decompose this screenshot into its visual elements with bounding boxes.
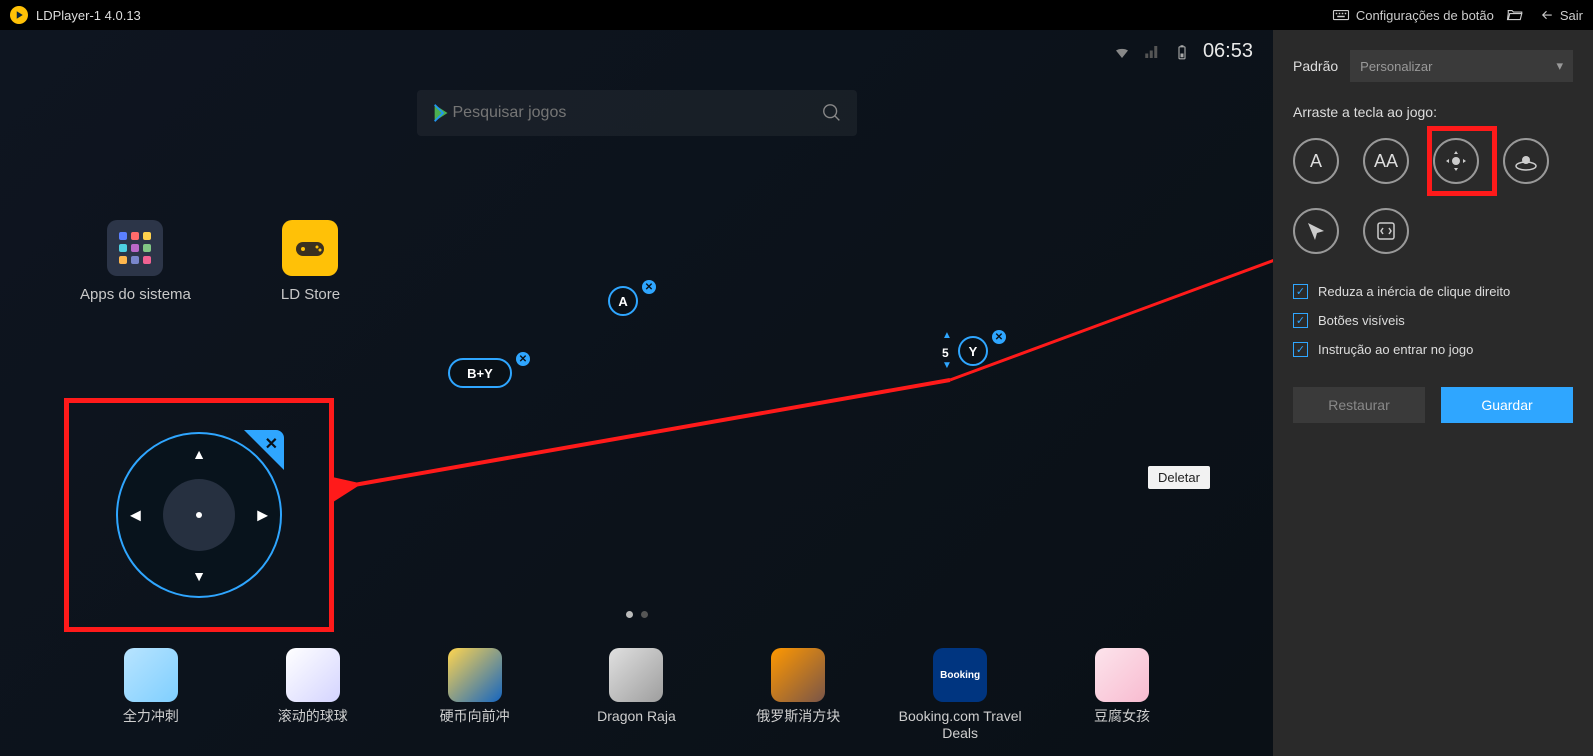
drag-title: Arraste a tecla ao jogo:: [1293, 104, 1573, 120]
checkbox-icon: ✓: [1293, 313, 1308, 328]
keyboard-icon: [1332, 6, 1350, 24]
check-visible[interactable]: ✓Botões visíveis: [1293, 313, 1573, 328]
android-statusbar: 06:53: [1113, 40, 1253, 63]
apps-grid-icon: [115, 228, 155, 268]
emulator-screen[interactable]: 06:53 Apps do sistema LD Store A ✕: [0, 30, 1273, 756]
script-icon: [1375, 220, 1397, 242]
play-store-icon: [431, 102, 453, 124]
ld-store-icon[interactable]: LD Store: [281, 220, 340, 303]
single-key-tool[interactable]: A: [1293, 138, 1339, 184]
key-mapping-by[interactable]: B+Y: [448, 358, 512, 388]
key-config-sidebar: Padrão Personalizar ▾ Arraste a tecla ao…: [1273, 30, 1593, 756]
dock-app-6[interactable]: BookingBooking.com Travel Deals: [895, 648, 1025, 742]
key-tool-grid: A AA: [1293, 138, 1573, 254]
open-folder-button[interactable]: [1506, 6, 1524, 24]
dock-app-4[interactable]: Dragon Raja: [571, 648, 701, 742]
check-instruction[interactable]: ✓Instrução ao entrar no jogo: [1293, 342, 1573, 357]
search-input[interactable]: [453, 104, 821, 122]
page-indicator: [626, 611, 648, 618]
dock: 全力冲刺 滚动的球球 硬币向前冲 Dragon Raja 俄罗斯消方块 Book…: [0, 648, 1273, 742]
cursor-icon: [1305, 220, 1327, 242]
double-key-tool[interactable]: AA: [1363, 138, 1409, 184]
key-a-close-icon[interactable]: ✕: [642, 280, 656, 294]
dock-app-2[interactable]: 滚动的球球: [248, 648, 378, 742]
moba-joystick-icon: [1513, 148, 1539, 174]
dock-app-7[interactable]: 豆腐女孩: [1057, 648, 1187, 742]
exit-button[interactable]: Sair: [1536, 6, 1583, 24]
dpad-down-icon[interactable]: ▼: [192, 568, 206, 584]
search-bar[interactable]: [417, 90, 857, 136]
signal-icon: [1143, 43, 1161, 61]
home-apps: Apps do sistema LD Store: [80, 220, 340, 303]
mode-select[interactable]: Personalizar ▾: [1350, 50, 1573, 82]
chevron-down-icon: ▾: [1556, 58, 1563, 74]
key-by-close-icon[interactable]: ✕: [516, 352, 530, 366]
exit-icon: [1536, 6, 1554, 24]
dpad-up-icon[interactable]: ▲: [192, 446, 206, 462]
moba-tool[interactable]: [1503, 138, 1549, 184]
options-checks: ✓Reduza a inércia de clique direito ✓Bot…: [1293, 284, 1573, 357]
app-logo-icon: [10, 6, 28, 24]
stepper-up-icon[interactable]: ▲: [942, 330, 952, 341]
clock: 06:53: [1203, 40, 1253, 63]
ld-store-label: LD Store: [281, 286, 340, 303]
keyboard-settings-label: Configurações de botão: [1356, 8, 1494, 23]
battery-icon: [1173, 43, 1191, 61]
dock-app-5[interactable]: 俄罗斯消方块: [733, 648, 863, 742]
page-dot[interactable]: [641, 611, 648, 618]
stepper-down-icon[interactable]: ▼: [942, 360, 952, 371]
delete-tooltip: Deletar: [1148, 466, 1210, 489]
checkbox-icon: ✓: [1293, 284, 1308, 299]
check-inertia[interactable]: ✓Reduza a inércia de clique direito: [1293, 284, 1573, 299]
dock-app-1[interactable]: 全力冲刺: [86, 648, 216, 742]
dpad-control[interactable]: ▲ ▼ ◀ ▶: [116, 432, 282, 598]
checkbox-icon: ✓: [1293, 342, 1308, 357]
dpad-dot-icon: [196, 512, 202, 518]
system-apps-label: Apps do sistema: [80, 286, 191, 303]
dpad-highlight-box: ▲ ▼ ◀ ▶ ✕: [64, 398, 334, 632]
exit-label: Sair: [1560, 8, 1583, 23]
page-dot[interactable]: [626, 611, 633, 618]
folder-open-icon: [1506, 6, 1524, 24]
save-button[interactable]: Guardar: [1441, 387, 1573, 423]
dpad-right-icon[interactable]: ▶: [257, 507, 268, 524]
titlebar: LDPlayer-1 4.0.13 Configurações de botão…: [0, 0, 1593, 30]
key-mapping-y[interactable]: Y: [958, 336, 988, 366]
key-y-close-icon[interactable]: ✕: [992, 330, 1006, 344]
dock-app-3[interactable]: 硬币向前冲: [410, 648, 540, 742]
keyboard-settings-button[interactable]: Configurações de botão: [1332, 6, 1494, 24]
key-mapping-a[interactable]: A: [608, 286, 638, 316]
dpad-left-icon[interactable]: ◀: [130, 507, 141, 524]
stepper-value: 5: [942, 346, 949, 360]
macro-tool[interactable]: [1363, 208, 1409, 254]
system-apps-icon[interactable]: Apps do sistema: [80, 220, 191, 303]
gamepad-icon: [292, 230, 328, 266]
app-title: LDPlayer-1 4.0.13: [36, 8, 141, 23]
restore-button[interactable]: Restaurar: [1293, 387, 1425, 423]
dpad-tool[interactable]: [1433, 138, 1479, 184]
joystick-icon: [1443, 148, 1469, 174]
wifi-icon: [1113, 43, 1131, 61]
mode-label: Padrão: [1293, 58, 1338, 74]
search-icon: [821, 102, 843, 124]
aim-tool[interactable]: [1293, 208, 1339, 254]
